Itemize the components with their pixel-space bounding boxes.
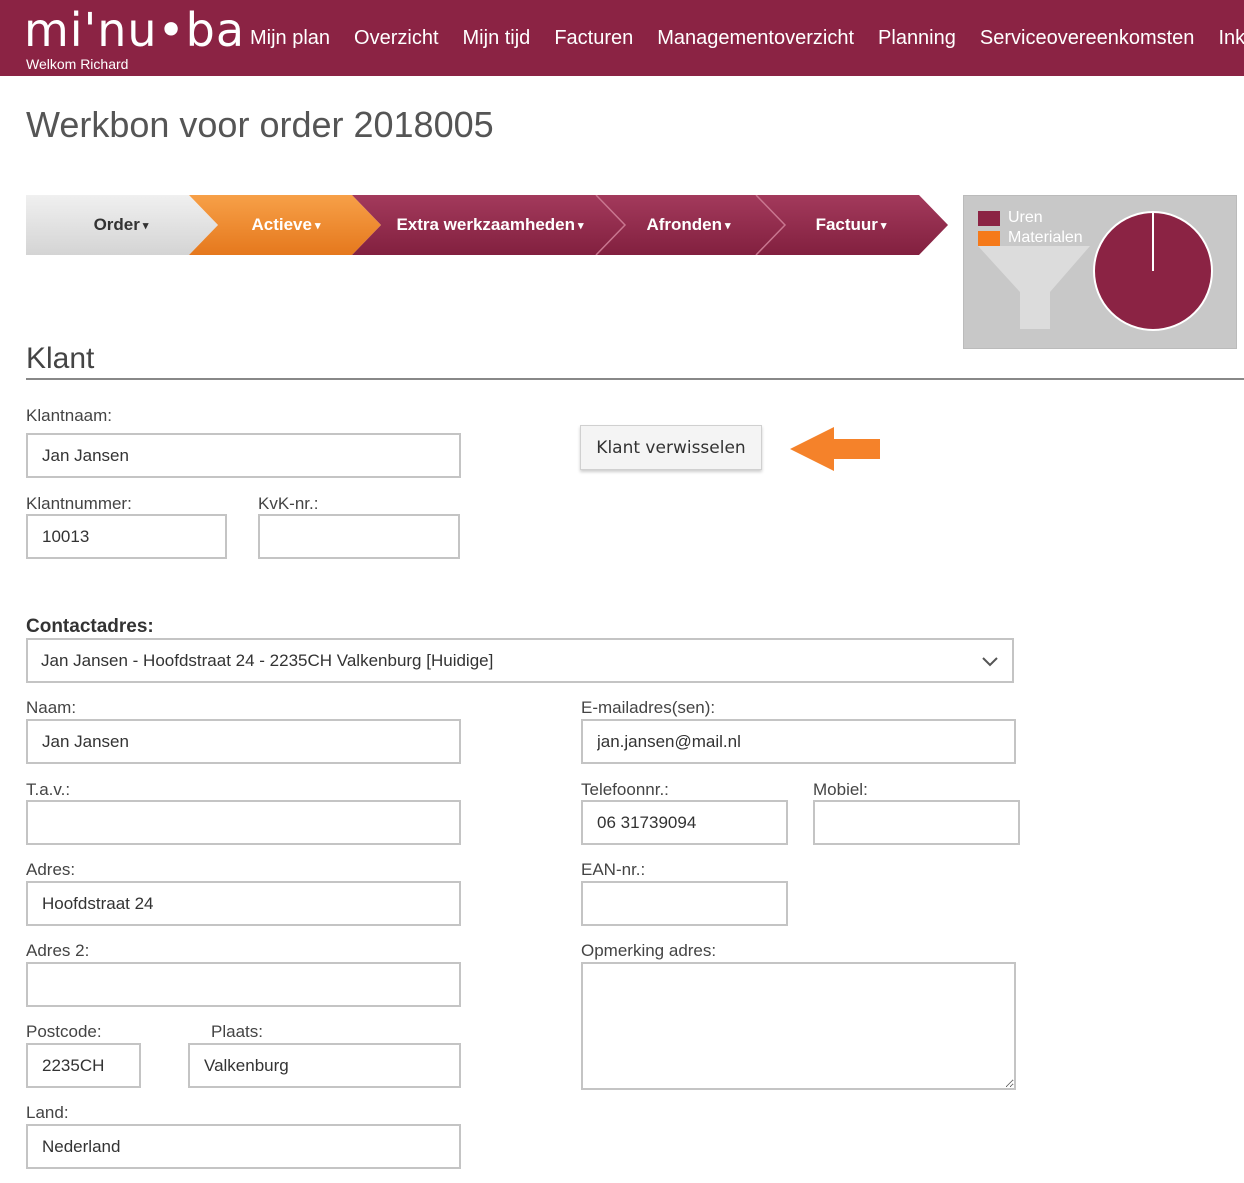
klantnummer-input[interactable]: [26, 514, 227, 559]
nav-overzicht[interactable]: Overzicht: [354, 27, 438, 50]
opmerking-label: Opmerking adres:: [581, 941, 717, 960]
minuba-logo[interactable]: mi'nu•ba: [24, 4, 245, 56]
nav-facturen[interactable]: Facturen: [554, 27, 633, 50]
land-label: Land:: [26, 1103, 69, 1122]
klantnaam-input[interactable]: [26, 433, 461, 478]
contactadres-label: Contactadres:: [26, 616, 154, 637]
caret-down-icon: ▾: [880, 219, 887, 232]
main-nav: Mijn plan Overzicht Mijn tijd Facturen M…: [250, 27, 1244, 50]
chevron-down-icon: [982, 657, 998, 667]
kvk-label: KvK-nr.:: [258, 494, 319, 513]
postcode-label: Postcode:: [26, 1022, 102, 1041]
top-navigation-bar: mi'nu•ba Welkom Richard Mijn plan Overzi…: [0, 0, 1244, 76]
klant-verwisselen-button[interactable]: Klant verwisselen: [580, 425, 762, 470]
klantnummer-label: Klantnummer:: [26, 494, 132, 513]
welcome-text: Welkom Richard: [26, 56, 129, 72]
workflow-steps: Order ▾ Actieve ▾ Extra werkzaamheden ▾ Afr…: [26, 195, 951, 255]
caret-down-icon: ▾: [314, 219, 321, 232]
section-divider: [26, 378, 1244, 380]
nav-mijn-plan[interactable]: Mijn plan: [250, 27, 330, 50]
caret-down-icon: ▾: [142, 219, 149, 232]
page-title: Werkbon voor order 2018005: [26, 104, 494, 145]
tav-input[interactable]: [26, 800, 461, 845]
caret-down-icon: ▾: [578, 219, 584, 232]
adres2-label: Adres 2:: [26, 941, 90, 960]
plaats-input[interactable]: [188, 1043, 461, 1088]
nav-planning[interactable]: Planning: [878, 27, 956, 50]
step-extra-werkzaamheden[interactable]: Extra werkzaamheden ▾: [371, 195, 609, 255]
email-input[interactable]: [581, 719, 1016, 764]
contactadres-select[interactable]: Jan Jansen - Hoofdstraat 24 - 2235CH Val…: [26, 638, 1014, 683]
nav-mijn-tijd[interactable]: Mijn tijd: [463, 27, 531, 50]
adres-label: Adres:: [26, 860, 76, 879]
mobiel-label: Mobiel:: [813, 780, 868, 799]
caret-down-icon: ▾: [725, 219, 731, 232]
step-actieve[interactable]: Actieve ▾: [206, 195, 366, 255]
kvk-input[interactable]: [258, 514, 460, 559]
tav-label: T.a.v.:: [26, 780, 71, 799]
section-title-klant: Klant: [26, 342, 95, 375]
step-order[interactable]: Order ▾: [26, 195, 216, 255]
nav-serviceovereenkomsten[interactable]: Serviceovereenkomsten: [980, 27, 1195, 50]
step-afronden[interactable]: Afronden ▾: [616, 195, 761, 255]
nav-managementoverzicht[interactable]: Managementoverzicht: [657, 27, 854, 50]
adres-input[interactable]: [26, 881, 461, 926]
ean-input[interactable]: [581, 881, 788, 926]
plaats-label: Plaats:: [211, 1022, 263, 1041]
pie-chart: [1093, 211, 1213, 331]
naam-label: Naam:: [26, 698, 77, 717]
contactadres-selected-value: Jan Jansen - Hoofdstraat 24 - 2235CH Val…: [41, 650, 494, 670]
mobiel-input[interactable]: [813, 800, 1020, 845]
klantnaam-label: Klantnaam:: [26, 406, 112, 425]
opmerking-textarea[interactable]: [581, 962, 1016, 1090]
adres2-input[interactable]: [26, 962, 461, 1007]
email-label: E-mailadres(sen):: [581, 698, 716, 717]
arrow-left-icon: [790, 427, 880, 471]
telefoon-input[interactable]: [581, 800, 788, 845]
naam-input[interactable]: [26, 719, 461, 764]
hours-materials-chart: Uren Materialen: [963, 195, 1237, 349]
land-input[interactable]: [26, 1124, 461, 1169]
ean-label: EAN-nr.:: [581, 860, 646, 879]
postcode-input[interactable]: [26, 1043, 141, 1088]
nav-inkoop[interactable]: Inkoo: [1218, 27, 1244, 50]
telefoon-label: Telefoonnr.:: [581, 780, 669, 799]
step-factuur[interactable]: Factuur ▾: [776, 195, 926, 255]
